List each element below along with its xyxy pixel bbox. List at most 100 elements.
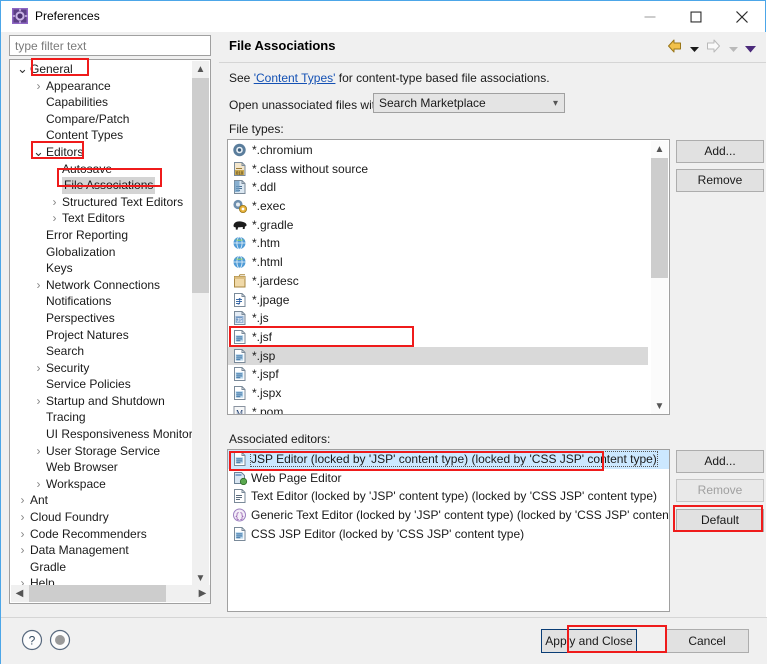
view-menu-icon[interactable] xyxy=(745,40,756,58)
chevron-right-icon[interactable]: › xyxy=(32,78,45,95)
maximize-icon xyxy=(690,11,702,22)
scroll-left-arrow-icon[interactable]: ◀ xyxy=(11,585,28,602)
sidebar-item-ui-responsiveness-monitorin[interactable]: UI Responsiveness Monitorin xyxy=(10,426,193,443)
file-type-row[interactable]: 010 *.class without source xyxy=(228,160,648,179)
sidebar-item-label: Code Recommenders xyxy=(30,526,147,541)
chevron-right-icon[interactable]: › xyxy=(16,509,29,526)
sidebar-item-globalization[interactable]: Globalization xyxy=(10,244,193,261)
associated-editor-row[interactable]: Web Page Editor xyxy=(228,469,669,488)
sidebar-item-compare-patch[interactable]: Compare/Patch xyxy=(10,111,193,128)
scroll-up-arrow-icon[interactable]: ▲ xyxy=(651,141,668,158)
chevron-right-icon[interactable]: › xyxy=(32,277,45,294)
chevron-right-icon[interactable]: › xyxy=(48,194,61,211)
chevron-right-icon[interactable]: › xyxy=(16,526,29,543)
scroll-up-arrow-icon[interactable]: ▲ xyxy=(192,61,209,78)
sidebar-item-service-policies[interactable]: Service Policies xyxy=(10,376,193,393)
file-type-row[interactable]: *.jsf xyxy=(228,328,648,347)
file-type-row[interactable]: *.ddl xyxy=(228,178,648,197)
sidebar-item-cloud-foundry[interactable]: › Cloud Foundry xyxy=(10,509,193,526)
chevron-right-icon[interactable]: › xyxy=(32,443,45,460)
file-type-row[interactable]: *.html xyxy=(228,253,648,272)
chevron-down-icon[interactable]: ⌄ xyxy=(32,144,45,161)
file-type-row[interactable]: *.jspx xyxy=(228,384,648,403)
associated-editor-row[interactable]: CSS JSP Editor (locked by 'CSS JSP' cont… xyxy=(228,525,669,544)
sidebar-item-capabilities[interactable]: Capabilities xyxy=(10,94,193,111)
sidebar-item-web-browser[interactable]: Web Browser xyxy=(10,459,193,476)
sidebar-item-editors[interactable]: ⌄ Editors xyxy=(10,144,193,161)
associated-editors-default-button[interactable]: Default xyxy=(676,509,764,532)
maximize-button[interactable] xyxy=(673,1,719,32)
chevron-right-icon[interactable]: › xyxy=(32,393,45,410)
sidebar-item-keys[interactable]: Keys xyxy=(10,260,193,277)
associated-editor-row[interactable]: JSP Editor (locked by 'JSP' content type… xyxy=(228,450,669,469)
sidebar-item-search[interactable]: Search xyxy=(10,343,193,360)
apply-and-close-button[interactable]: Apply and Close xyxy=(541,629,637,653)
scroll-right-arrow-icon[interactable]: ▶ xyxy=(194,585,210,602)
sidebar-item-file-associations[interactable]: File Associations xyxy=(10,177,193,194)
file-type-row[interactable]: J *.jpage xyxy=(228,291,648,310)
sidebar-item-gradle[interactable]: Gradle xyxy=(10,559,193,576)
scrollbar-thumb[interactable] xyxy=(651,158,668,278)
file-type-row[interactable]: *.jardesc xyxy=(228,272,648,291)
sidebar-item-startup-and-shutdown[interactable]: › Startup and Shutdown xyxy=(10,393,193,410)
filter-input[interactable]: type filter text xyxy=(9,35,211,56)
chevron-down-icon[interactable]: ⌄ xyxy=(16,61,29,78)
open-unassociated-combo[interactable]: Search Marketplace ▾ xyxy=(373,93,565,113)
chevron-right-icon[interactable]: › xyxy=(48,210,61,227)
sidebar-item-ant[interactable]: › Ant xyxy=(10,492,193,509)
sidebar-item-network-connections[interactable]: › Network Connections xyxy=(10,277,193,294)
scrollbar-thumb[interactable] xyxy=(192,78,209,293)
file-type-row[interactable]: JS *.js xyxy=(228,309,648,328)
chevron-right-icon[interactable]: › xyxy=(16,492,29,509)
sidebar-item-security[interactable]: › Security xyxy=(10,360,193,377)
back-arrow-icon[interactable] xyxy=(667,39,682,58)
sidebar-item-appearance[interactable]: › Appearance xyxy=(10,78,193,95)
sidebar-item-text-editors[interactable]: › Text Editors xyxy=(10,210,193,227)
sidebar-item-perspectives[interactable]: Perspectives xyxy=(10,310,193,327)
sidebar-item-data-management[interactable]: › Data Management xyxy=(10,542,193,559)
sidebar-item-user-storage-service[interactable]: › User Storage Service xyxy=(10,443,193,460)
forward-dropdown-icon[interactable] xyxy=(728,40,738,58)
sidebar-item-workspace[interactable]: › Workspace xyxy=(10,476,193,493)
sidebar-item-code-recommenders[interactable]: › Code Recommenders xyxy=(10,526,193,543)
file-types-list[interactable]: *.chromium 010 *.class without source *.ddl… xyxy=(227,139,670,415)
cancel-button[interactable]: Cancel xyxy=(665,629,749,653)
sidebar-item-notifications[interactable]: Notifications xyxy=(10,293,193,310)
file-type-row[interactable]: *.exec xyxy=(228,197,648,216)
sidebar-item-structured-text-editors[interactable]: › Structured Text Editors xyxy=(10,194,193,211)
file-type-row[interactable]: *.jspf xyxy=(228,365,648,384)
minimize-button[interactable] xyxy=(627,1,673,32)
chevron-right-icon[interactable]: › xyxy=(32,476,45,493)
restore-defaults-icon[interactable] xyxy=(49,629,71,651)
forward-arrow-icon[interactable] xyxy=(706,39,721,58)
back-dropdown-icon[interactable] xyxy=(689,40,699,58)
sidebar-item-project-natures[interactable]: Project Natures xyxy=(10,327,193,344)
file-types-remove-button[interactable]: Remove xyxy=(676,169,764,192)
sidebar-item-content-types[interactable]: Content Types xyxy=(10,127,193,144)
sidebar-item-tracing[interactable]: Tracing xyxy=(10,409,193,426)
scroll-down-arrow-icon[interactable]: ▼ xyxy=(651,398,668,414)
scrollbar-thumb[interactable] xyxy=(29,585,166,602)
content-types-link[interactable]: 'Content Types' xyxy=(254,71,336,85)
chevron-right-icon[interactable]: › xyxy=(32,360,45,377)
file-types-scrollbar[interactable]: ▲ ▼ xyxy=(651,141,668,414)
file-type-row[interactable]: *.htm xyxy=(228,234,648,253)
associated-editor-row[interactable]: {} Generic Text Editor (locked by 'JSP' c… xyxy=(228,506,669,525)
sidebar-item-general[interactable]: ⌄ General xyxy=(10,61,193,78)
file-type-row[interactable]: *.gradle xyxy=(228,216,648,235)
associated-editors-list[interactable]: JSP Editor (locked by 'JSP' content type… xyxy=(227,449,670,612)
tree-horizontal-scrollbar[interactable]: ◀ ▶ xyxy=(11,585,210,602)
file-type-row[interactable]: *.chromium xyxy=(228,141,648,160)
file-type-row[interactable]: *.jsp xyxy=(228,346,648,366)
close-button[interactable] xyxy=(719,1,765,32)
preferences-tree[interactable]: ⌄ General › Appearance Capabilities Compare/P… xyxy=(9,59,211,604)
associated-editors-add-button[interactable]: Add... xyxy=(676,450,764,473)
associated-editor-row[interactable]: Text Editor (locked by 'JSP' content typ… xyxy=(228,487,669,506)
file-type-row[interactable]: M *.pom xyxy=(228,403,648,414)
sidebar-item-autosave[interactable]: Autosave xyxy=(10,161,193,178)
tree-vertical-scrollbar[interactable]: ▲ ▼ xyxy=(192,61,209,587)
sidebar-item-error-reporting[interactable]: Error Reporting xyxy=(10,227,193,244)
file-types-add-button[interactable]: Add... xyxy=(676,140,764,163)
help-icon[interactable]: ? xyxy=(21,629,43,651)
chevron-right-icon[interactable]: › xyxy=(16,542,29,559)
